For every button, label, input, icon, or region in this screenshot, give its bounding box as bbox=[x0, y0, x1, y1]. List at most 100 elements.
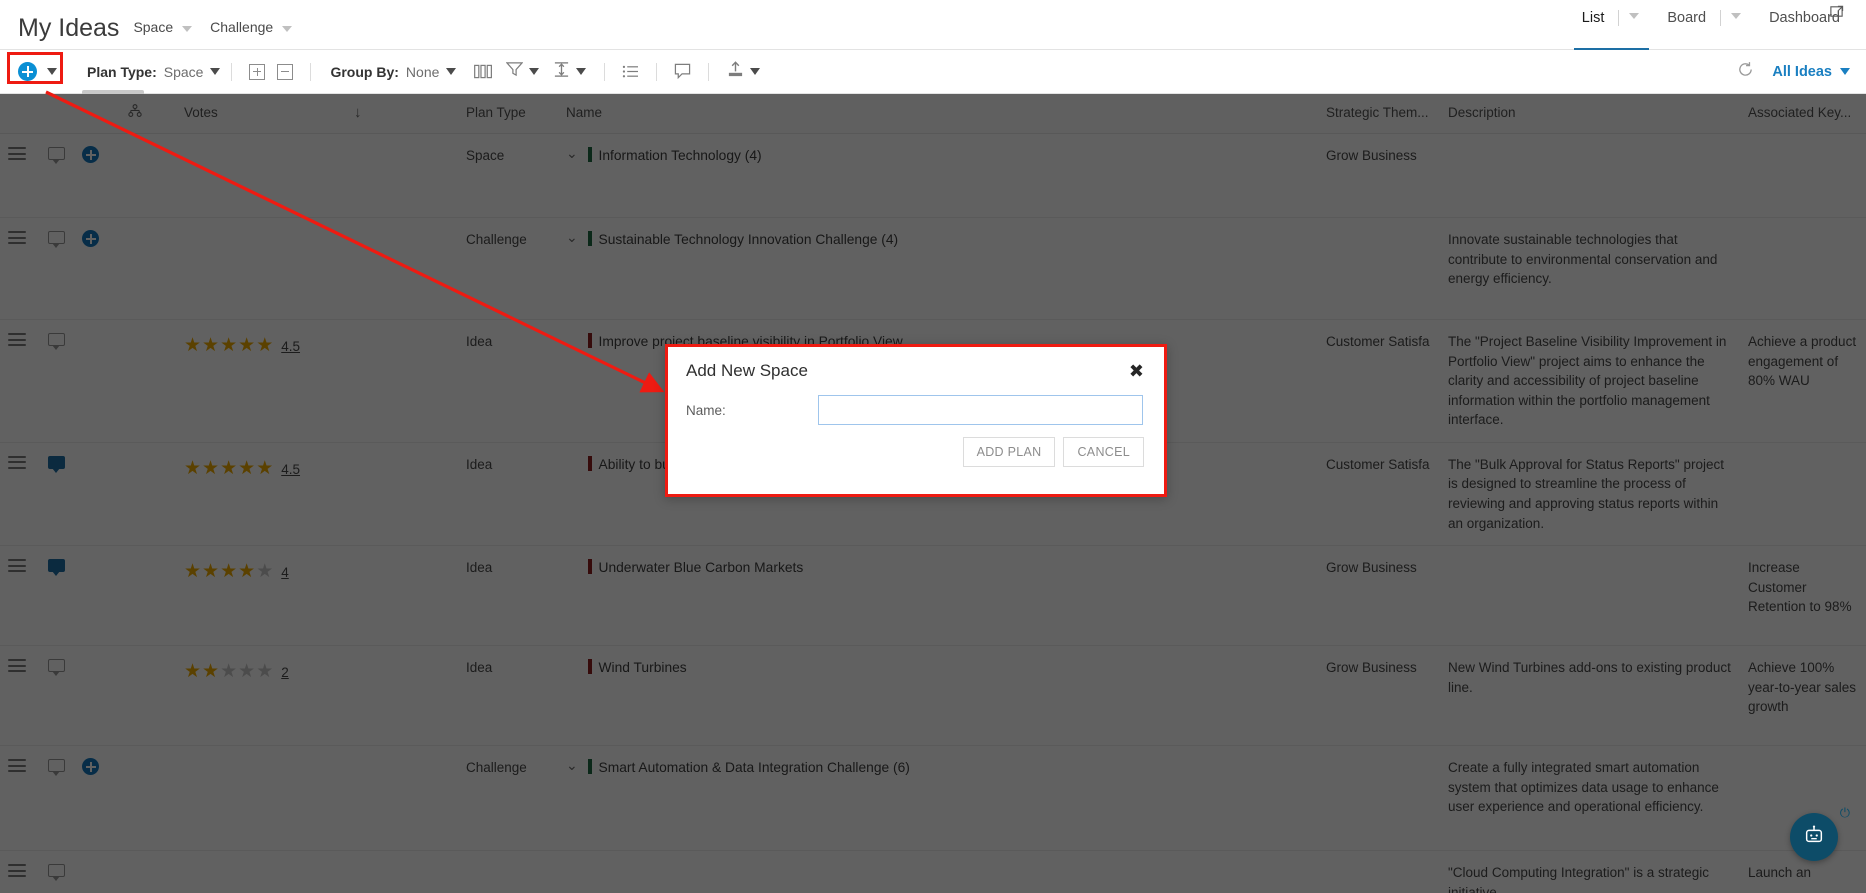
row-comment-cell[interactable] bbox=[40, 217, 74, 320]
row-drag-handle[interactable] bbox=[0, 319, 40, 443]
row-name-cell[interactable] bbox=[558, 850, 1318, 893]
row-drag-handle[interactable] bbox=[0, 645, 40, 747]
comment-icon[interactable] bbox=[48, 147, 65, 164]
row-votes-cell[interactable]: ★★★★★ 4.5 bbox=[176, 442, 346, 547]
chevron-down-icon[interactable]: ⌄ bbox=[566, 146, 584, 160]
comment-icon[interactable] bbox=[48, 231, 65, 248]
chat-bot-button[interactable] bbox=[1790, 813, 1838, 861]
chevron-down-icon[interactable] bbox=[210, 68, 221, 75]
filter-button[interactable] bbox=[506, 61, 540, 82]
header-menu-challenge[interactable]: Challenge bbox=[210, 19, 293, 49]
row-add-cell[interactable] bbox=[74, 745, 120, 852]
table-row[interactable]: Challenge ⌄ Sustainable Technology Innovat… bbox=[0, 217, 1866, 320]
columns-icon[interactable] bbox=[474, 64, 493, 79]
vote-count[interactable]: 4.5 bbox=[281, 339, 300, 354]
chevron-down-icon[interactable] bbox=[446, 68, 457, 75]
comment-icon[interactable] bbox=[48, 864, 65, 882]
drag-handle-icon[interactable] bbox=[8, 231, 26, 244]
cancel-button[interactable]: CANCEL bbox=[1063, 437, 1144, 467]
col-org[interactable] bbox=[120, 94, 176, 134]
tab-list[interactable]: List bbox=[1568, 0, 1654, 50]
drag-handle-icon[interactable] bbox=[8, 455, 26, 469]
row-name-cell[interactable]: Underwater Blue Carbon Markets bbox=[558, 545, 1318, 647]
table-row[interactable]: ★★★★★ 4 Idea Underwater Blue Carbon Markets… bbox=[0, 545, 1866, 647]
row-comment-cell[interactable] bbox=[40, 133, 74, 218]
name-input[interactable] bbox=[818, 395, 1143, 425]
drag-handle-icon[interactable] bbox=[8, 559, 26, 573]
row-votes-cell[interactable]: ★★★★★ 4 bbox=[176, 545, 346, 647]
row-drag-handle[interactable] bbox=[0, 745, 40, 852]
list-view-icon[interactable] bbox=[622, 64, 639, 79]
add-plan-button[interactable]: ADD PLAN bbox=[962, 437, 1056, 467]
plan-type-filter[interactable]: Plan Type: Space bbox=[87, 64, 221, 80]
refresh-icon[interactable] bbox=[1737, 61, 1754, 83]
comment-icon[interactable] bbox=[48, 759, 65, 777]
col-plan-type[interactable]: Plan Type bbox=[458, 94, 558, 134]
row-name-cell[interactable]: ⌄ Information Technology (4) bbox=[558, 133, 1318, 218]
comment-icon[interactable] bbox=[48, 333, 65, 350]
chevron-down-icon[interactable] bbox=[750, 68, 761, 75]
row-votes-cell[interactable] bbox=[176, 217, 346, 320]
col-associated-key-results[interactable]: Associated Key... bbox=[1740, 94, 1866, 134]
table-row[interactable]: ★★★★★ 2 Idea Wind Turbines Grow Business New … bbox=[0, 645, 1866, 747]
row-drag-handle[interactable] bbox=[0, 850, 40, 893]
comment-icon[interactable] bbox=[48, 659, 65, 677]
chevron-down-icon[interactable] bbox=[576, 68, 587, 75]
row-drag-handle[interactable] bbox=[0, 217, 40, 320]
col-sort-indicator[interactable]: ↓ bbox=[346, 94, 458, 134]
header-menu-space[interactable]: Space bbox=[133, 19, 193, 49]
collapse-all-icon[interactable] bbox=[277, 63, 294, 80]
plus-circle-icon[interactable] bbox=[82, 758, 99, 776]
row-add-cell[interactable] bbox=[74, 217, 120, 320]
chevron-down-icon[interactable] bbox=[47, 68, 57, 75]
comment-icon[interactable] bbox=[674, 63, 691, 80]
col-strategic-theme[interactable]: Strategic Them... bbox=[1318, 94, 1440, 134]
chevron-down-icon[interactable]: ⌄ bbox=[566, 230, 584, 244]
row-drag-handle[interactable] bbox=[0, 545, 40, 647]
close-icon[interactable]: ✖ bbox=[1127, 362, 1146, 380]
chevron-down-icon[interactable] bbox=[529, 68, 540, 75]
drag-handle-icon[interactable] bbox=[8, 759, 26, 773]
expand-all-icon[interactable] bbox=[249, 63, 266, 80]
table-row[interactable]: Challenge ⌄ Smart Automation & Data Integr… bbox=[0, 745, 1866, 852]
plus-circle-icon[interactable] bbox=[82, 230, 99, 247]
row-comment-cell[interactable] bbox=[40, 850, 74, 893]
all-ideas-filter[interactable]: All Ideas bbox=[1772, 64, 1850, 80]
drag-handle-icon[interactable] bbox=[8, 147, 26, 160]
star-rating[interactable]: ★★★★★ bbox=[184, 658, 274, 686]
drag-handle-icon[interactable] bbox=[8, 333, 26, 346]
col-name[interactable]: Name bbox=[558, 94, 1318, 134]
table-row[interactable]: Space ⌄ Information Technology (4) Grow Bus… bbox=[0, 133, 1866, 218]
vote-count[interactable]: 4 bbox=[281, 565, 289, 580]
vote-count[interactable]: 2 bbox=[281, 665, 289, 680]
row-add-cell[interactable] bbox=[74, 133, 120, 218]
row-votes-cell[interactable] bbox=[176, 745, 346, 852]
row-name-cell[interactable]: ⌄ Smart Automation & Data Integration Cha… bbox=[558, 745, 1318, 852]
vote-count[interactable]: 4.5 bbox=[281, 462, 300, 477]
row-votes-cell[interactable] bbox=[176, 133, 346, 218]
row-height-button[interactable] bbox=[553, 61, 587, 83]
plus-circle-icon[interactable] bbox=[82, 146, 99, 163]
comment-icon[interactable] bbox=[48, 455, 65, 473]
col-description[interactable]: Description bbox=[1440, 94, 1740, 134]
comment-icon[interactable] bbox=[48, 559, 65, 577]
row-votes-cell[interactable] bbox=[176, 850, 346, 893]
tab-board[interactable]: Board bbox=[1653, 0, 1755, 49]
drag-handle-icon[interactable] bbox=[8, 864, 26, 878]
row-drag-handle[interactable] bbox=[0, 442, 40, 547]
col-votes[interactable]: Votes bbox=[176, 94, 346, 134]
row-drag-handle[interactable] bbox=[0, 133, 40, 218]
chevron-down-icon[interactable]: ⌄ bbox=[566, 758, 584, 772]
expand-window-icon[interactable] bbox=[1829, 4, 1844, 19]
row-comment-cell[interactable] bbox=[40, 745, 74, 852]
row-comment-cell[interactable] bbox=[40, 319, 74, 443]
export-button[interactable] bbox=[727, 60, 761, 83]
row-votes-cell[interactable]: ★★★★★ 4.5 bbox=[176, 319, 346, 443]
add-new-button[interactable] bbox=[10, 59, 65, 84]
chevron-down-icon[interactable] bbox=[1629, 13, 1640, 19]
row-name-cell[interactable]: Wind Turbines bbox=[558, 645, 1318, 747]
table-row[interactable]: "Cloud Computing Integration" is a strat… bbox=[0, 850, 1866, 893]
row-comment-cell[interactable] bbox=[40, 545, 74, 647]
row-name-cell[interactable]: ⌄ Sustainable Technology Innovation Chall… bbox=[558, 217, 1318, 320]
group-by-filter[interactable]: Group By: None bbox=[330, 64, 457, 80]
